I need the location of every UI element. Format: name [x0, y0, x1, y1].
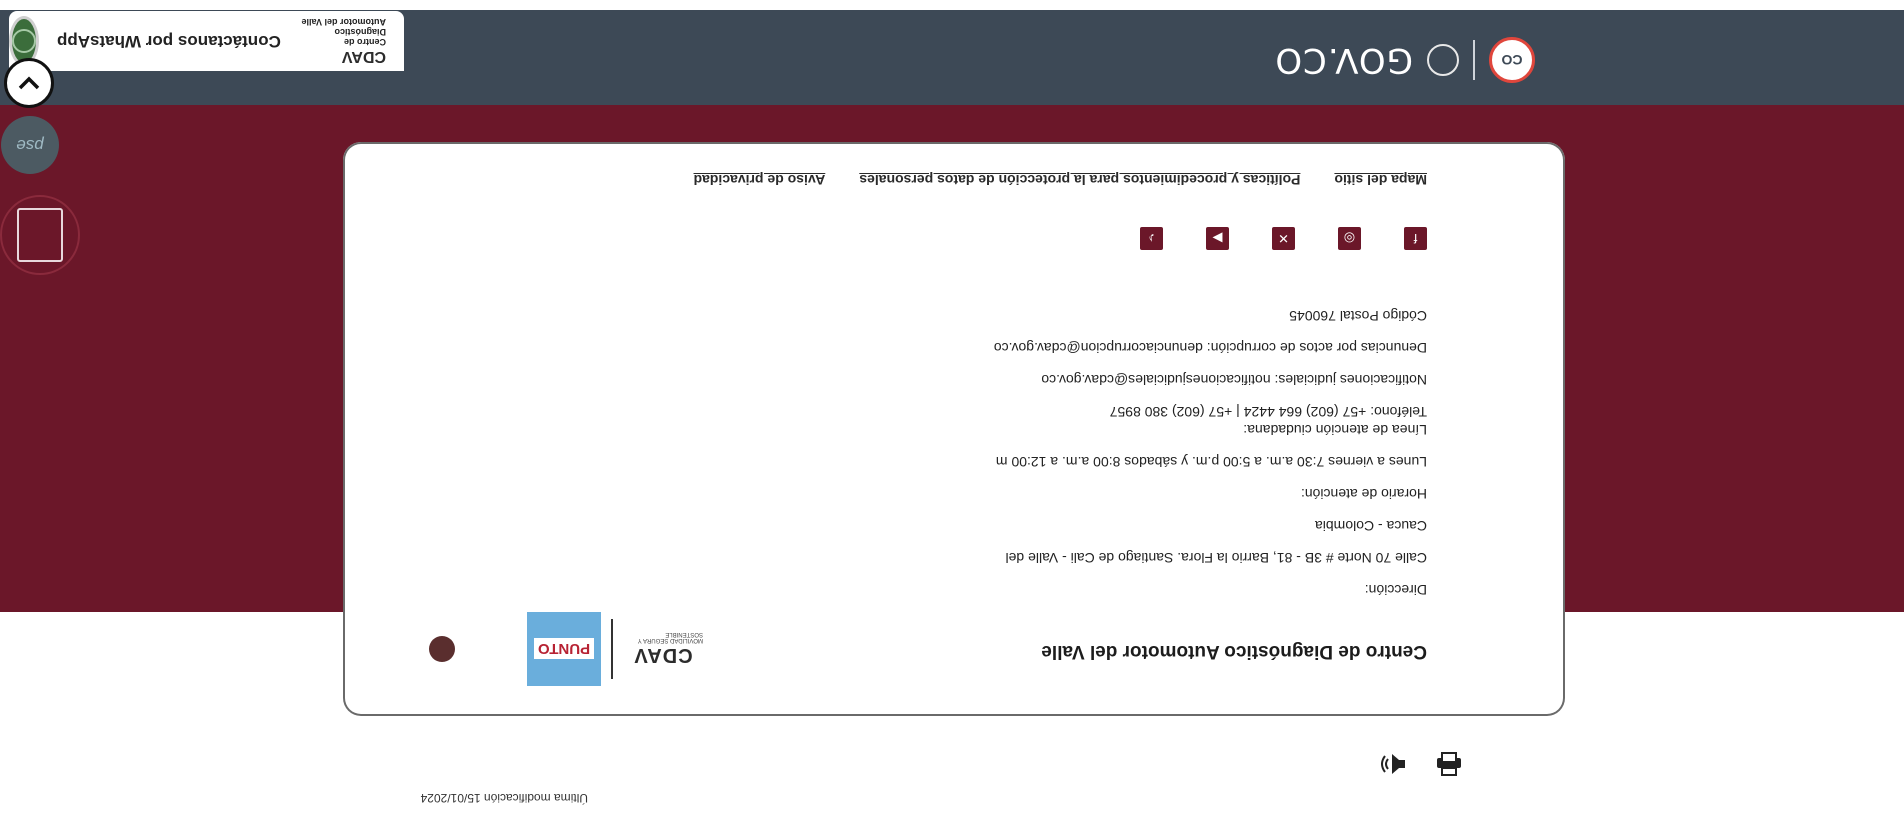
pse-label: pse [16, 136, 44, 155]
chevron-down-icon[interactable] [4, 58, 54, 108]
cdav-logo-mark: CDAV [341, 48, 386, 65]
tiktok-icon[interactable]: ♪ [1140, 227, 1163, 250]
address-label: Dirección: [1364, 582, 1427, 598]
last-modified-text: Última modificación 15/01/2024 [420, 791, 588, 805]
footer-card: Centro de Diagnóstico Automotor del Vall… [343, 142, 1565, 716]
footer-links: Mapa del sitio Políticas y procedimiento… [694, 172, 1427, 188]
coat-of-arms-icon [429, 636, 455, 662]
coat-of-arms-icon [1427, 44, 1459, 76]
citizen-line-label: Línea de atención ciudadana: [1243, 422, 1427, 438]
cdav-logo: CDAV Centro de Diagnóstico Automotor del… [299, 17, 386, 65]
whatsapp-contact-button[interactable]: CDAV Centro de Diagnóstico Automotor del… [9, 11, 404, 71]
privacy-notice-link[interactable]: Aviso de privacidad [694, 172, 826, 188]
complaints-text: Denuncias por actos de corrupción: denun… [993, 340, 1427, 356]
footer-title: Centro de Diagnóstico Automotor del Vall… [1041, 641, 1427, 662]
social-links: f ◎ ✕ ▶ ♪ [1140, 227, 1427, 250]
brand-divider [1473, 40, 1475, 80]
hours-text: Lunes a viernes 7:30 a.m. a 5:00 p.m. y … [995, 454, 1427, 470]
cdav-footer-logo-subtitle: MOVILIDAD SEGURA Y SOSTENIBLE [637, 631, 703, 644]
punto-logo: PUNTO [527, 612, 601, 686]
speaker-icon[interactable] [1378, 749, 1408, 779]
govco-brand[interactable]: CO GOV.CO [1274, 37, 1535, 83]
whatsapp-label: Contáctanos por WhatsApp [57, 32, 281, 51]
x-twitter-icon[interactable]: ✕ [1272, 227, 1295, 250]
document-icon [17, 208, 63, 262]
pse-button[interactable]: pse [1, 116, 59, 174]
printer-icon[interactable] [1434, 749, 1464, 779]
page-tools [1378, 749, 1464, 779]
contact-info: Dirección: Calle 70 Norte # 3B - 81, Bar… [994, 306, 1427, 598]
notifications-text: Notificaciones judiciales: notificacione… [1041, 372, 1427, 388]
hours-label: Horario de atención: [1300, 486, 1427, 502]
cdav-footer-logo: CDAV MOVILIDAD SEGURA Y SOSTENIBLE [623, 629, 703, 669]
pqrs-document-button[interactable] [0, 195, 80, 275]
youtube-icon[interactable]: ▶ [1206, 227, 1229, 250]
footer-logos: CDAV MOVILIDAD SEGURA Y SOSTENIBLE PUNTO [407, 612, 703, 686]
data-policy-link[interactable]: Políticas y procedimientos para la prote… [859, 172, 1300, 188]
instagram-icon[interactable]: ◎ [1338, 227, 1361, 250]
punto-logo-text: PUNTO [533, 638, 595, 660]
govco-logo-text: GOV.CO [1274, 40, 1413, 80]
facebook-icon[interactable]: f [1404, 227, 1427, 250]
page-canvas: CO GOV.CO CDAV Centro de Diagnóstico Aut… [0, 0, 1904, 819]
cdav-footer-logo-mark: CDAV [633, 644, 693, 667]
logo-divider [611, 619, 613, 679]
postal-code-text: Código Postal 760045 [1289, 308, 1427, 324]
sitemap-link[interactable]: Mapa del sitio [1334, 172, 1427, 188]
co-badge-logo: CO [1489, 37, 1535, 83]
address-line-1: Calle 70 Norte # 3B - 81, Barrio la Flor… [1005, 550, 1427, 566]
cdav-logo-subtitle: Centro de Diagnóstico Automotor del Vall… [301, 17, 386, 47]
address-line-2: Cauca - Colombia [1314, 518, 1427, 534]
phone-text: Teléfono: +57 (602) 664 4424 | +57 (602)… [1109, 404, 1427, 420]
gobernacion-logo [407, 624, 477, 674]
